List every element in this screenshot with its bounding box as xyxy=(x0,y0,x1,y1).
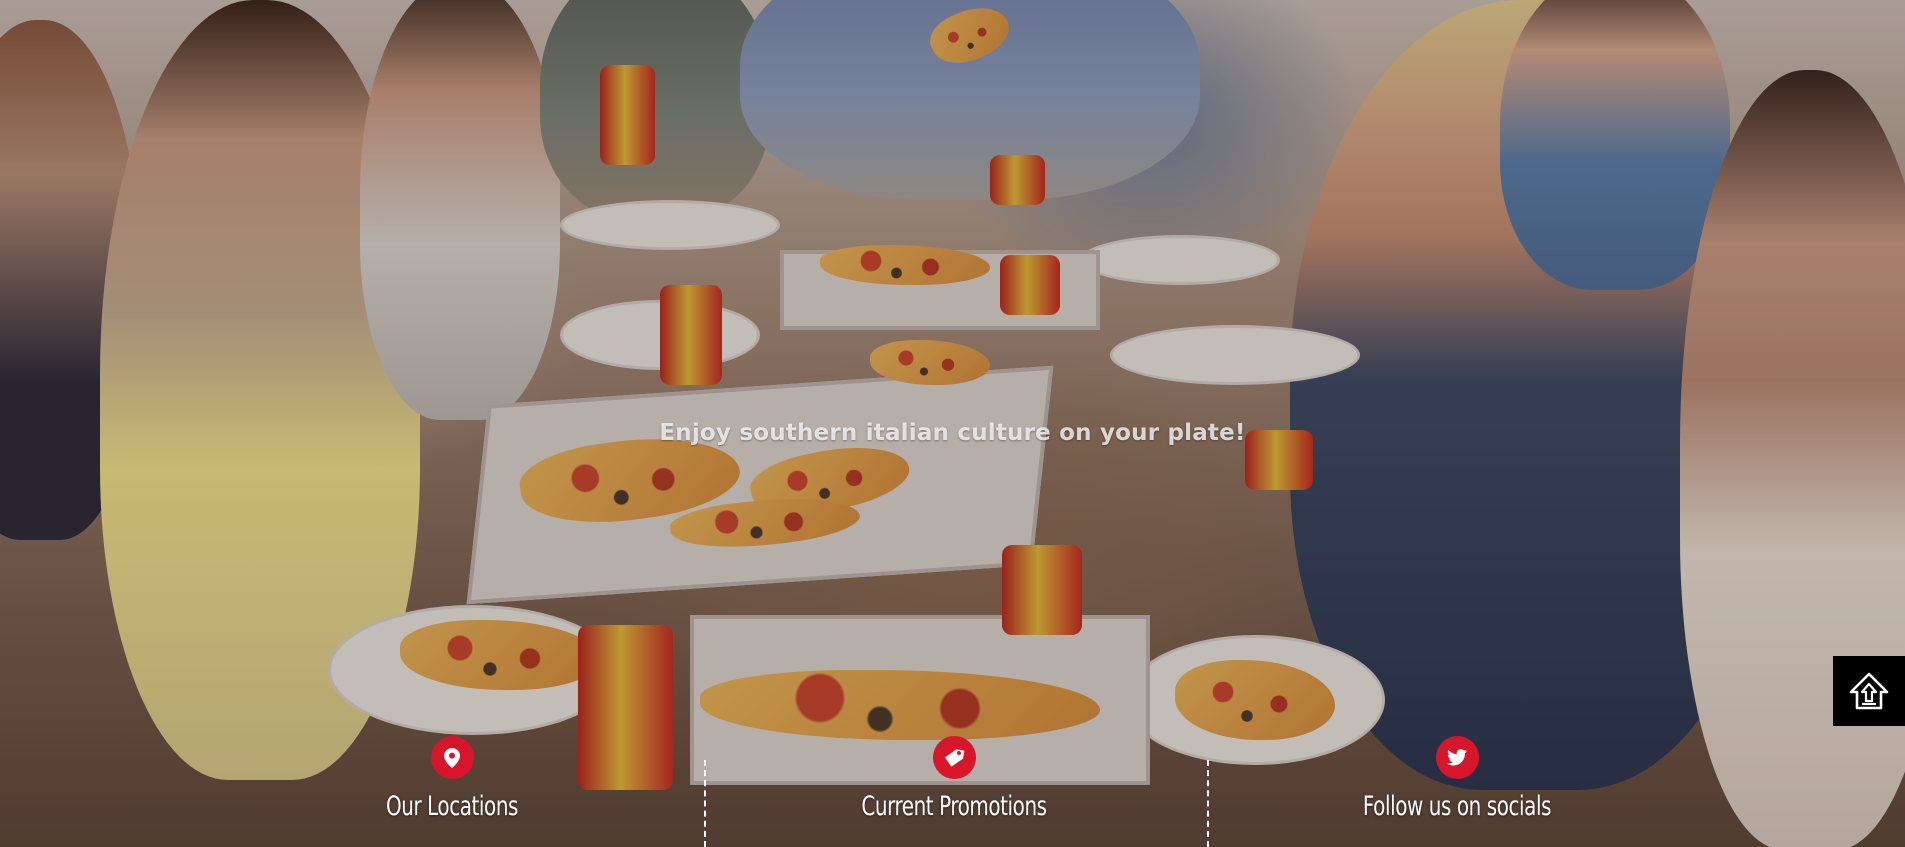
feature-label[interactable]: Follow us on socials xyxy=(1250,791,1663,822)
hero-tagline: Enjoy southern italian culture on your p… xyxy=(659,420,1246,446)
feature-bar: Our Locations Current Promotions Follow … xyxy=(0,736,1905,847)
tag-icon xyxy=(932,736,976,779)
feature-socials[interactable]: Follow us on socials xyxy=(1205,736,1709,847)
house-arrow-up-icon xyxy=(1849,672,1889,710)
twitter-icon xyxy=(1435,736,1479,779)
feature-label[interactable]: Our Locations xyxy=(245,791,658,822)
feature-promotions[interactable]: Current Promotions xyxy=(702,736,1206,847)
scroll-to-top-button[interactable] xyxy=(1833,656,1905,726)
feature-label[interactable]: Current Promotions xyxy=(747,791,1160,822)
feature-locations[interactable]: Our Locations xyxy=(200,736,704,847)
map-pin-icon xyxy=(430,736,474,779)
